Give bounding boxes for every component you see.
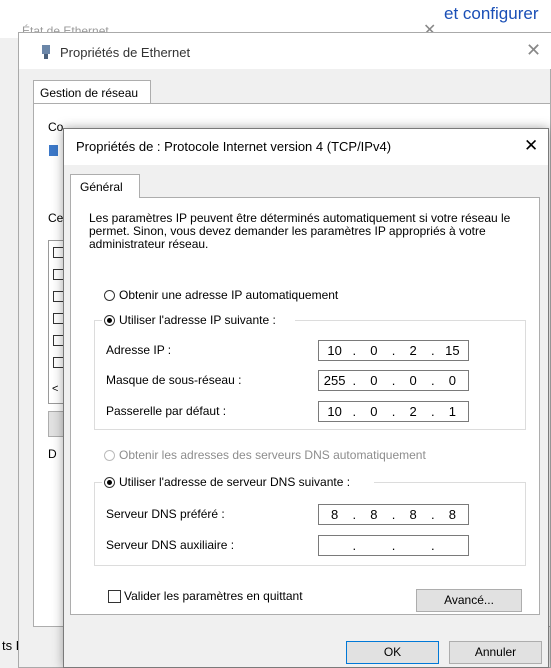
validate-checkbox-label[interactable]: Valider les paramètres en quittant <box>124 589 303 603</box>
preferred-dns-field[interactable]: 8. 8. 8. 8 <box>318 504 469 525</box>
network-adapter-icon <box>40 44 52 63</box>
ethernet-close-icon[interactable]: ✕ <box>526 40 541 61</box>
list-scroll-left-icon[interactable]: < <box>52 383 58 395</box>
tab-general[interactable]: Général <box>70 174 140 198</box>
ip-address-field[interactable]: 10. 0. 2. 15 <box>318 340 469 361</box>
radio-auto-dns <box>104 450 115 461</box>
ethernet-window-title: Propriétés de Ethernet <box>60 45 191 60</box>
description-label: D <box>48 447 57 461</box>
radio-auto-dns-label: Obtenir les adresses des serveurs DNS au… <box>119 448 426 462</box>
components-label: Ce <box>48 211 64 225</box>
ip-address-label: Adresse IP : <box>106 343 172 357</box>
alternate-dns-field[interactable]: . . . <box>318 535 469 556</box>
advanced-button[interactable]: Avancé... <box>416 589 522 612</box>
preferred-dns-label: Serveur DNS préféré : <box>106 507 225 521</box>
radio-auto-ip[interactable] <box>104 290 115 301</box>
cancel-button[interactable]: Annuler <box>449 641 542 664</box>
subnet-mask-label: Masque de sous-réseau : <box>106 373 242 387</box>
ok-button[interactable]: OK <box>346 641 439 664</box>
subnet-mask-field[interactable]: 255. 0. 0. 0 <box>318 370 469 391</box>
radio-manual-dns[interactable] <box>104 477 115 488</box>
radio-manual-ip[interactable] <box>104 315 115 326</box>
gateway-label: Passerelle par défaut : <box>106 404 227 418</box>
ipv4-dialog-title: Propriétés de : Protocole Internet versi… <box>76 139 392 154</box>
alternate-dns-label: Serveur DNS auxiliaire : <box>106 538 235 552</box>
adapter-icon <box>48 143 60 162</box>
configure-link[interactable]: et configurer <box>444 4 539 24</box>
radio-manual-ip-label[interactable]: Utiliser l'adresse IP suivante : <box>119 313 276 327</box>
radio-manual-dns-label[interactable]: Utiliser l'adresse de serveur DNS suivan… <box>119 475 350 489</box>
radio-auto-ip-label[interactable]: Obtenir une adresse IP automatiquement <box>119 288 338 302</box>
gateway-field[interactable]: 10. 0. 2. 1 <box>318 401 469 422</box>
ip-description: Les paramètres IP peuvent être déterminé… <box>89 211 511 251</box>
tab-gestion-reseau[interactable]: Gestion de réseau <box>33 80 151 104</box>
validate-checkbox[interactable] <box>108 590 121 603</box>
ipv4-close-icon[interactable]: ✕ <box>524 136 538 156</box>
connect-using-label: Co <box>48 120 64 134</box>
